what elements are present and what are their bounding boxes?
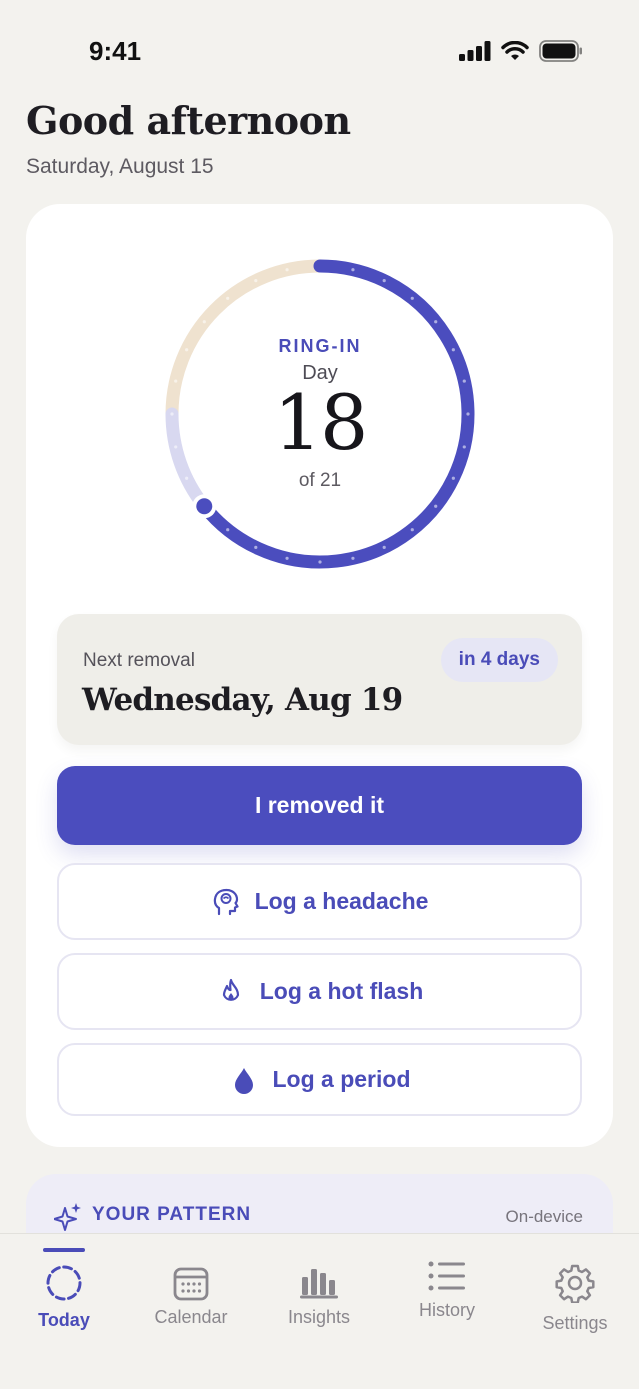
log-headache-label: Log a headache: [254, 888, 429, 914]
day-total: of 21: [298, 470, 342, 491]
log-hot-flash-button[interactable]: Log a hot flash: [57, 953, 582, 1030]
tab-label: Insights: [287, 1307, 351, 1327]
greeting-title: Good afternoon: [26, 98, 351, 143]
tab-settings[interactable]: Settings: [511, 1234, 639, 1354]
next-removal-card: Next removal Wednesday, Aug 19 in 4 days: [57, 614, 582, 745]
log-period-button[interactable]: Log a period: [57, 1043, 582, 1116]
today-icon: [42, 1261, 86, 1305]
flame-icon: [216, 977, 246, 1007]
sparkle-icon: [54, 1203, 81, 1231]
next-removal-label: Next removal: [83, 650, 195, 671]
status-time: 9:41: [89, 36, 142, 66]
status-bar: 9:41: [0, 0, 639, 100]
tab-label: Calendar: [154, 1307, 228, 1327]
cycle-progress-ring[interactable]: RING-IN Day 18 of 21: [162, 256, 478, 572]
tab-label: History: [418, 1300, 475, 1320]
signal-icon: [459, 41, 491, 61]
tab-calendar[interactable]: Calendar: [127, 1234, 255, 1354]
days-until-badge: in 4 days: [440, 638, 558, 682]
gear-icon: [553, 1261, 597, 1305]
log-hot-flash-label: Log a hot flash: [259, 978, 424, 1004]
day-number: 18: [273, 378, 369, 467]
log-period-label: Log a period: [272, 1066, 411, 1092]
tab-label: Settings: [542, 1313, 608, 1333]
next-removal-date: Wednesday, Aug 19: [82, 682, 403, 718]
tab-history[interactable]: History: [383, 1234, 511, 1354]
active-tab-indicator: [43, 1248, 85, 1252]
status-icons: [459, 40, 583, 62]
pattern-note: On-device: [505, 1207, 583, 1226]
calendar-icon: [169, 1261, 213, 1305]
droplet-icon: [229, 1065, 259, 1095]
phase-label: RING-IN: [278, 336, 362, 356]
log-headache-button[interactable]: Log a headache: [57, 863, 582, 940]
cycle-card: RING-IN Day 18 of 21 Next removal Wednes…: [26, 204, 613, 1147]
ring-center: RING-IN Day 18 of 21: [162, 256, 478, 572]
wifi-icon: [501, 41, 529, 60]
headache-icon: [211, 887, 241, 917]
list-icon: [425, 1254, 469, 1298]
bar-chart-icon: [297, 1260, 341, 1304]
tab-insights[interactable]: Insights: [255, 1234, 383, 1354]
tab-label: Today: [38, 1310, 90, 1330]
pattern-title: YOUR PATTERN: [92, 1204, 252, 1225]
removed-it-button[interactable]: I removed it: [57, 766, 582, 845]
tab-today[interactable]: Today: [0, 1234, 128, 1354]
battery-icon: [539, 40, 582, 62]
tab-bar: Today Calendar Insights History Settings: [0, 1233, 639, 1389]
current-date: Saturday, August 15: [26, 155, 214, 178]
